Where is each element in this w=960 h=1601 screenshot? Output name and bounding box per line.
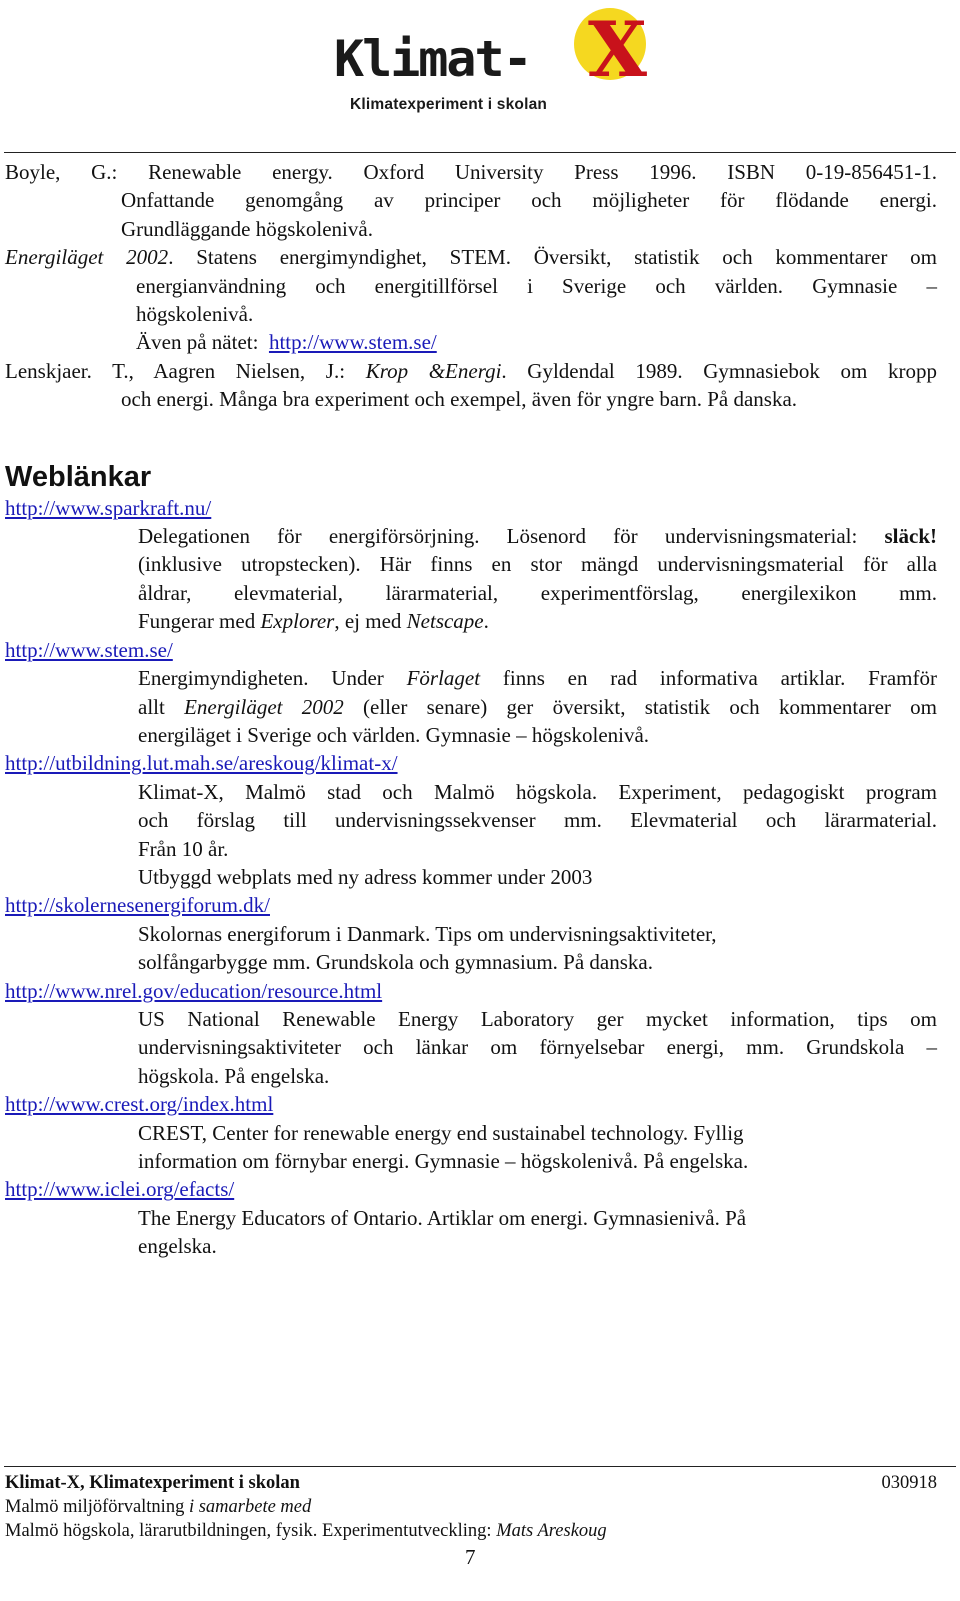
weblink-url[interactable]: http://www.stem.se/ bbox=[5, 638, 173, 662]
weblink-desc-line: högskola. På engelska. bbox=[138, 1063, 330, 1088]
footer-text: Malmö miljöförvaltning bbox=[5, 1497, 189, 1517]
weblink-desc-line: Utbyggd webplats med ny adress kommer un… bbox=[138, 864, 593, 889]
reference-title: Energiläget 2002 bbox=[5, 245, 169, 270]
footer-row: Klimat-X, Klimatexperiment i skolan 0309… bbox=[5, 1471, 937, 1495]
footer-org: Klimat-X, Klimatexperiment i skolan bbox=[5, 1473, 300, 1493]
weblink-url[interactable]: http://www.iclei.org/efacts/ bbox=[5, 1177, 234, 1201]
section-name: Förlaget bbox=[406, 666, 481, 691]
document-body: Boyle, G.: Renewable energy. Oxford Univ… bbox=[5, 158, 937, 1261]
weblink-desc-line: allt Energiläget 2002 (eller senare) ger… bbox=[5, 693, 937, 721]
footer-row: Malmö miljöförvaltning i samarbete med bbox=[5, 1495, 937, 1519]
logo-wordmark: Klimat- bbox=[334, 30, 533, 88]
reference-authors: Lenskjaer. T., Aagren Nielsen, J.: bbox=[5, 358, 366, 383]
weblink-desc-line: Från 10 år. bbox=[138, 836, 229, 861]
page-footer: Klimat-X, Klimatexperiment i skolan 0309… bbox=[5, 1471, 937, 1569]
weblink-desc-line: engelska. bbox=[138, 1234, 217, 1259]
text: finns en rad informativa artiklar. Framf… bbox=[480, 666, 937, 691]
weblink-desc-line: åldrar, elevmaterial, lärarmaterial, exp… bbox=[138, 580, 937, 605]
weblink-desc-line: energiläget i Sverige och världen. Gymna… bbox=[138, 722, 650, 747]
online-label: Även på nätet: bbox=[136, 330, 259, 355]
weblink-desc-line: Fungerar med Explorer, ej med Netscape. bbox=[5, 607, 937, 635]
reference-energilaget: Energiläget 2002. Statens energimyndighe… bbox=[5, 243, 937, 357]
klimat-x-logo: Klimat- X Klimatexperiment i skolan bbox=[334, 4, 647, 120]
weblink-url[interactable]: http://www.crest.org/index.html bbox=[5, 1092, 273, 1116]
weblink-desc-line: The Energy Educators of Ontario. Artikla… bbox=[138, 1205, 747, 1230]
text: Delegationen för energiförsörjning. Löse… bbox=[138, 524, 885, 549]
page-number: 7 bbox=[465, 1545, 476, 1569]
password-text: släck! bbox=[884, 524, 938, 549]
reference-online: Även på nätet: http://www.stem.se/ bbox=[5, 328, 937, 356]
reference-line: och energi. Många bra experiment och exe… bbox=[121, 387, 798, 412]
text: Fungerar med bbox=[138, 609, 261, 634]
header-divider bbox=[4, 152, 956, 153]
text: Energimyndigheten. Under bbox=[138, 666, 407, 691]
browser-name: Netscape bbox=[406, 609, 484, 634]
weblink-desc-line: solfångarbygge mm. Grundskola och gymnas… bbox=[138, 950, 653, 975]
footer-text: Malmö högskola, lärarutbildningen, fysik… bbox=[5, 1521, 497, 1541]
text: . bbox=[483, 609, 489, 634]
reference-line: Energiläget 2002. Statens energimyndighe… bbox=[5, 243, 937, 271]
weblink-url[interactable]: http://utbildning.lut.mah.se/areskoug/kl… bbox=[5, 751, 398, 775]
reference-text: . Gyldendal 1989. Gymnasiebok om kropp bbox=[501, 358, 937, 383]
weblink-url[interactable]: http://www.nrel.gov/education/resource.h… bbox=[5, 979, 382, 1003]
weblink-entry-iclei: http://www.iclei.org/efacts/ The Energy … bbox=[5, 1175, 937, 1260]
weblinks-heading: Weblänkar bbox=[5, 460, 152, 493]
reference-title: Krop &Energi bbox=[365, 358, 502, 383]
weblink-entry-nrel: http://www.nrel.gov/education/resource.h… bbox=[5, 977, 937, 1091]
text: allt bbox=[138, 694, 185, 719]
footer-date: 030918 bbox=[881, 1473, 938, 1493]
weblink-desc-line: information om förnybar energi. Gymnasie… bbox=[138, 1149, 749, 1173]
publication-title: Energiläget 2002 bbox=[184, 694, 344, 719]
weblink-url[interactable]: http://skolernesenergiforum.dk/ bbox=[5, 893, 270, 917]
browser-name: Explorer bbox=[260, 609, 335, 634]
text: (eller senare) ger översikt, statistik o… bbox=[343, 694, 937, 719]
reference-line: Lenskjaer. T., Aagren Nielsen, J.: Krop … bbox=[5, 357, 937, 385]
weblink-desc-line: Delegationen för energiförsörjning. Löse… bbox=[5, 522, 937, 550]
weblink-desc-line: Klimat-X, Malmö stad och Malmö högskola.… bbox=[138, 779, 937, 804]
weblink-desc-line: (inklusive utropstecken). Här finns en s… bbox=[138, 552, 937, 577]
reference-line: energianvändning och energitillförsel i … bbox=[136, 273, 937, 298]
footer-author: Mats Areskoug bbox=[496, 1521, 607, 1541]
text: , ej med bbox=[334, 609, 407, 634]
weblink-desc-line: och förslag till undervisningssekvenser … bbox=[138, 808, 937, 833]
weblink-desc-line: US National Renewable Energy Laboratory … bbox=[138, 1006, 937, 1031]
reference-text: . Statens energimyndighet, STEM. Översik… bbox=[168, 245, 937, 270]
footer-divider bbox=[4, 1466, 956, 1467]
footer-text-italic: i samarbete med bbox=[188, 1497, 312, 1517]
reference-line: högskolenivå. bbox=[136, 302, 254, 327]
weblink-entry-stem: http://www.stem.se/ Energimyndigheten. U… bbox=[5, 636, 937, 750]
weblink-entry-skolernes: http://skolernesenergiforum.dk/ Skolorna… bbox=[5, 891, 937, 976]
logo-subtitle: Klimatexperiment i skolan bbox=[350, 96, 548, 113]
weblink-entry-crest: http://www.crest.org/index.html CREST, C… bbox=[5, 1090, 937, 1175]
weblink-entry-klimat-x: http://utbildning.lut.mah.se/areskoug/kl… bbox=[5, 749, 937, 891]
reference-line: Onfattande genomgång av principer och mö… bbox=[121, 188, 937, 213]
reference-line: Boyle, G.: Renewable energy. Oxford Univ… bbox=[5, 160, 937, 184]
reference-boyle: Boyle, G.: Renewable energy. Oxford Univ… bbox=[5, 158, 937, 243]
weblink-desc-line: Skolornas energiforum i Danmark. Tips om… bbox=[138, 921, 717, 946]
weblink-entry-sparkraft: http://www.sparkraft.nu/ Delegationen fö… bbox=[5, 494, 937, 636]
reference-line: Grundläggande högskolenivå. bbox=[121, 216, 373, 241]
weblink-desc-line: Energimyndigheten. Under Förlaget finns … bbox=[5, 664, 937, 692]
weblink-desc-line: undervisningsaktiviteter och länkar om f… bbox=[138, 1035, 937, 1060]
stem-link[interactable]: http://www.stem.se/ bbox=[269, 330, 437, 354]
footer-row: Malmö högskola, lärarutbildningen, fysik… bbox=[5, 1519, 937, 1543]
weblink-desc-line: CREST, Center for renewable energy end s… bbox=[138, 1120, 744, 1145]
weblink-url[interactable]: http://www.sparkraft.nu/ bbox=[5, 496, 211, 520]
reference-lenskjaer: Lenskjaer. T., Aagren Nielsen, J.: Krop … bbox=[5, 357, 937, 414]
logo-x-mark: X bbox=[588, 5, 647, 94]
